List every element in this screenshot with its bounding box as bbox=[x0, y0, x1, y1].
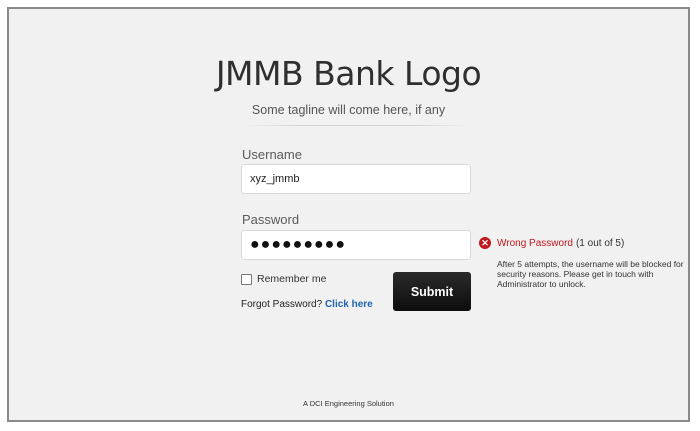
divider bbox=[242, 125, 472, 126]
attempt-count: (1 out of 5) bbox=[575, 237, 625, 249]
submit-button[interactable]: Submit bbox=[393, 272, 471, 311]
password-input[interactable] bbox=[241, 230, 471, 260]
forgot-password-text: Forgot Password? bbox=[241, 299, 325, 310]
error-detail: After 5 attempts, the username will be b… bbox=[497, 259, 684, 289]
error-message: ✕ Wrong Password (1 out of 5) bbox=[479, 237, 624, 249]
forgot-password: Forgot Password? Click here bbox=[241, 299, 373, 310]
error-x-icon: ✕ bbox=[479, 237, 491, 249]
forgot-password-link[interactable]: Click here bbox=[325, 299, 373, 310]
username-label: Username bbox=[242, 147, 302, 162]
remember-me[interactable]: Remember me bbox=[241, 273, 326, 285]
bank-logo: JMMB Bank Logo bbox=[215, 54, 482, 93]
footer-credit: A DCI Engineering Solution bbox=[303, 399, 394, 408]
username-input[interactable] bbox=[241, 164, 471, 194]
error-title: Wrong Password bbox=[497, 237, 573, 249]
remember-me-checkbox[interactable] bbox=[241, 273, 252, 285]
tagline: Some tagline will come here, if any bbox=[251, 103, 446, 117]
password-label: Password bbox=[242, 212, 300, 227]
login-page: JMMB Bank Logo Some tagline will come he… bbox=[7, 7, 690, 422]
remember-me-label: Remember me bbox=[257, 273, 327, 285]
